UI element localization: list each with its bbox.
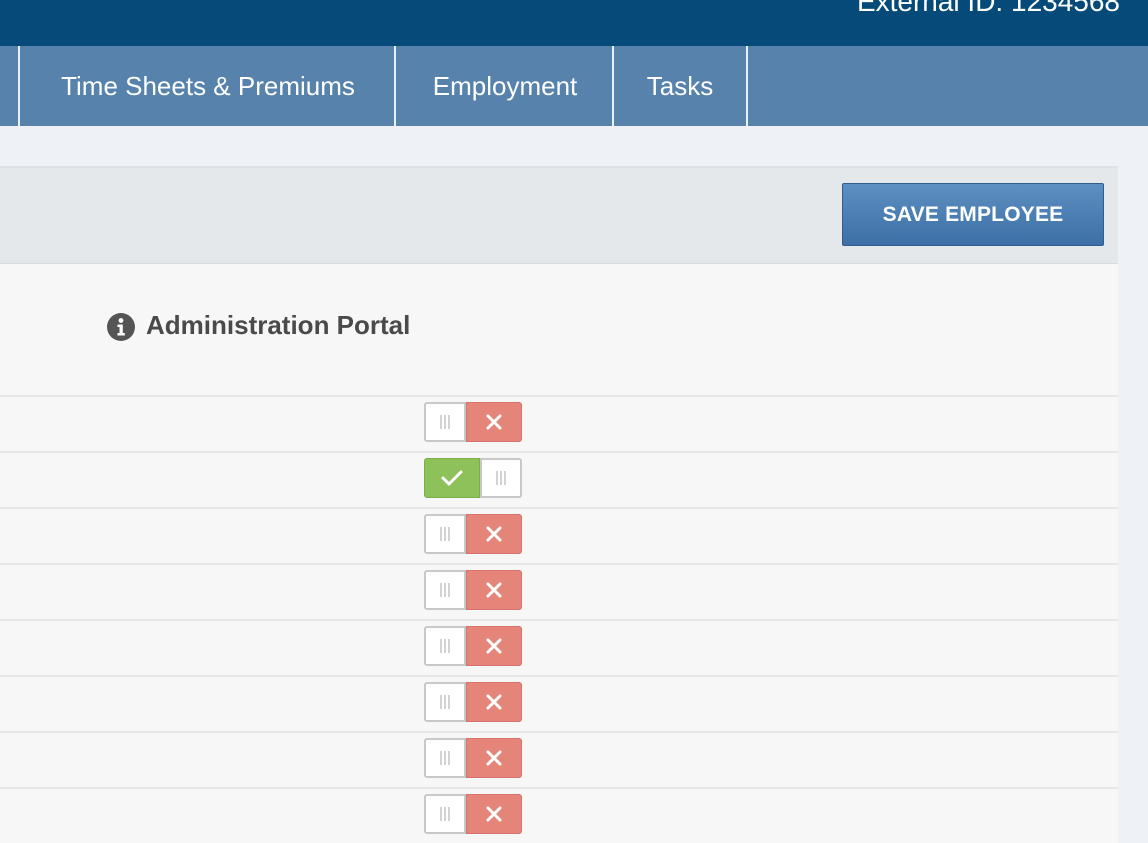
toggle-switch[interactable]: [424, 570, 522, 610]
toggle-switch[interactable]: [424, 794, 522, 834]
toggle-row: [0, 563, 1118, 619]
grip-icon: [440, 807, 450, 821]
toggle-switch[interactable]: [424, 738, 522, 778]
toggle-off-indicator: [466, 514, 522, 554]
toggle-handle[interactable]: [424, 626, 466, 666]
toggle-off-indicator: [466, 570, 522, 610]
toggle-row: [0, 395, 1118, 451]
toggle-switch[interactable]: [424, 514, 522, 554]
grip-icon: [440, 415, 450, 429]
external-id-text: External ID: 1234568: [856, 0, 1120, 17]
toggle-handle[interactable]: [480, 458, 522, 498]
close-x-icon: [486, 414, 502, 430]
section-header: Administration Portal: [0, 264, 1118, 394]
tab-time-sheets-premiums[interactable]: Time Sheets & Premiums: [18, 46, 396, 126]
grip-icon: [440, 527, 450, 541]
tab-bar: Time Sheets & Premiums Employment Tasks: [0, 46, 1148, 126]
grip-icon: [440, 583, 450, 597]
checkmark-icon: [441, 470, 463, 486]
save-employee-button[interactable]: SAVE EMPLOYEE: [842, 183, 1104, 246]
toggle-switch[interactable]: [424, 458, 522, 498]
close-x-icon: [486, 582, 502, 598]
panel-toolbar: SAVE EMPLOYEE: [0, 168, 1118, 264]
toggle-row: [0, 787, 1118, 843]
close-x-icon: [486, 694, 502, 710]
close-x-icon: [486, 526, 502, 542]
section-title: Administration Portal: [146, 310, 411, 340]
toggle-off-indicator: [466, 682, 522, 722]
toggle-handle[interactable]: [424, 402, 466, 442]
toggle-switch[interactable]: [424, 402, 522, 442]
grip-icon: [496, 471, 506, 485]
toggle-on-indicator: [424, 458, 480, 498]
toggle-off-indicator: [466, 402, 522, 442]
toggle-row: [0, 675, 1118, 731]
toggle-row: [0, 507, 1118, 563]
toggle-switch[interactable]: [424, 682, 522, 722]
tab-tasks[interactable]: Tasks: [612, 46, 748, 126]
grip-icon: [440, 751, 450, 765]
toggle-off-indicator: [466, 626, 522, 666]
info-circle-icon[interactable]: [107, 313, 135, 341]
toggle-row: [0, 451, 1118, 507]
right-gutter: [1118, 166, 1148, 842]
close-x-icon: [486, 750, 502, 766]
toggle-handle[interactable]: [424, 570, 466, 610]
toggle-rows: [0, 395, 1118, 843]
grip-icon: [440, 695, 450, 709]
close-x-icon: [486, 806, 502, 822]
toggle-off-indicator: [466, 794, 522, 834]
toggle-handle[interactable]: [424, 738, 466, 778]
toggle-row: [0, 731, 1118, 787]
top-header-bar: External ID: 1234568: [0, 0, 1148, 46]
employee-panel: SAVE EMPLOYEE Administration Portal: [0, 166, 1118, 843]
toggle-switch[interactable]: [424, 626, 522, 666]
tab-employment[interactable]: Employment: [394, 46, 614, 126]
toggle-off-indicator: [466, 738, 522, 778]
close-x-icon: [486, 638, 502, 654]
toggle-handle[interactable]: [424, 682, 466, 722]
toggle-handle[interactable]: [424, 514, 466, 554]
toggle-row: [0, 619, 1118, 675]
grip-icon: [440, 639, 450, 653]
toggle-handle[interactable]: [424, 794, 466, 834]
